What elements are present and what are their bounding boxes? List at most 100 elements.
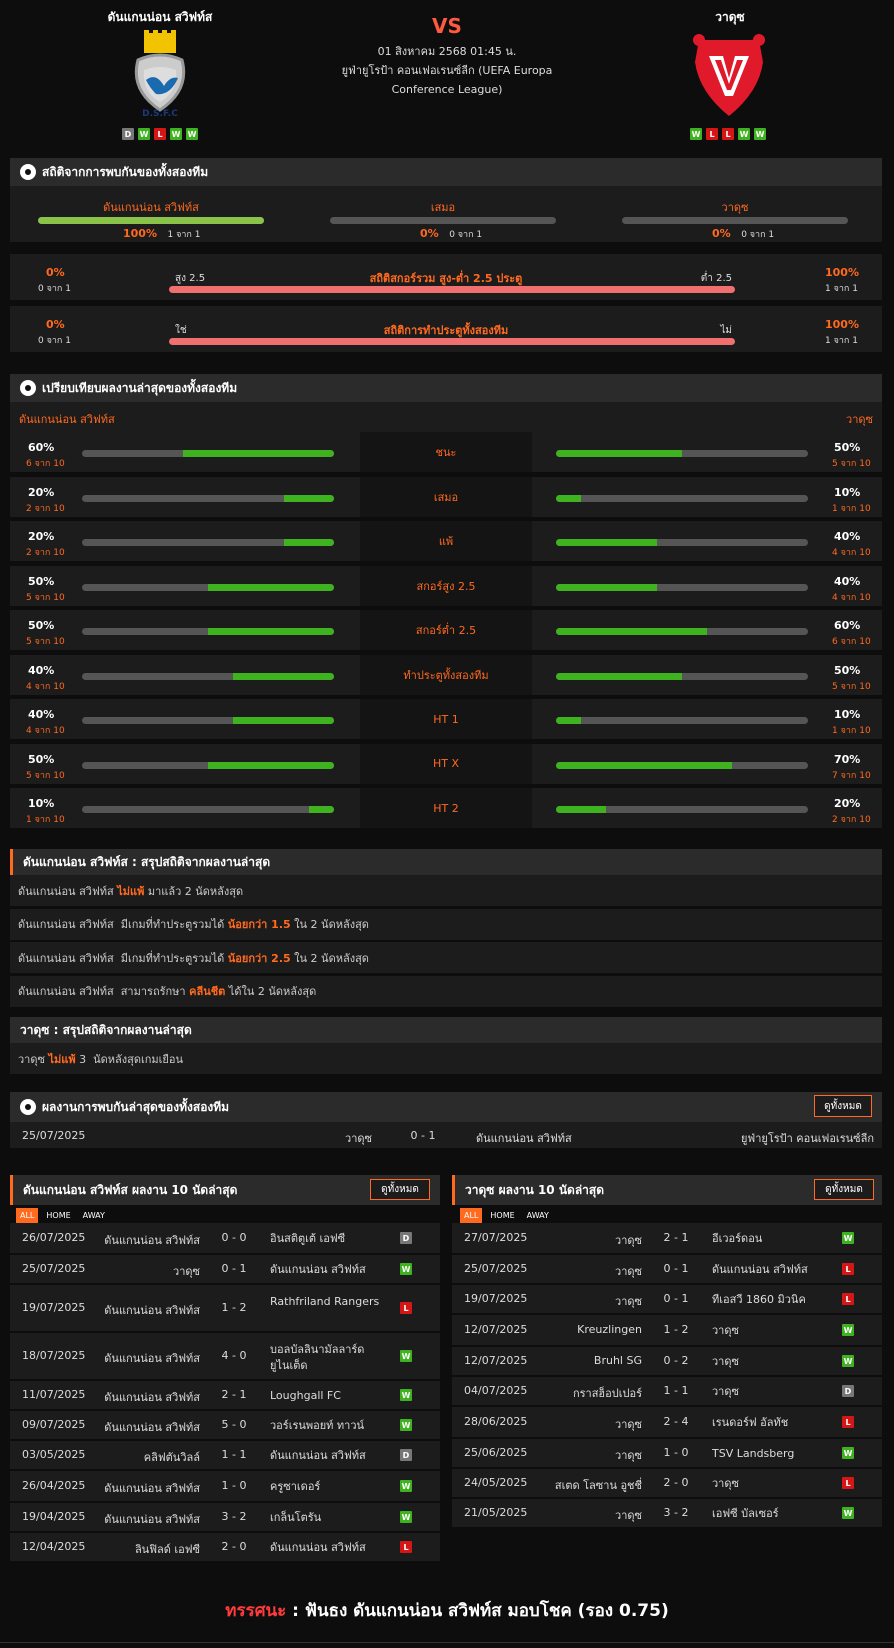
- tab-away[interactable]: AWAY: [79, 1208, 109, 1223]
- match-info: 01 สิงหาคม 2568 01:45 น. ยูฟ่ายูโรป้า คอ…: [330, 42, 564, 99]
- match-score: 0 - 0: [221, 1231, 247, 1244]
- match-row[interactable]: 12/04/2025 ลินฟิลด์ เอฟซี 2 - 0 ดันแกนน่อน …: [10, 1533, 440, 1561]
- away-team-name[interactable]: วาดุซ: [610, 8, 850, 27]
- tab-all[interactable]: ALL: [460, 1208, 483, 1223]
- home-last10-view-all-button[interactable]: ดูทั้งหมด: [370, 1179, 430, 1200]
- home-team-name[interactable]: ดันแกนน่อน สวิฟท์ส: [40, 8, 280, 27]
- competition-line2[interactable]: Conference League): [330, 80, 564, 99]
- tab-home[interactable]: HOME: [42, 1208, 74, 1223]
- tab-home[interactable]: HOME: [486, 1208, 518, 1223]
- svg-text:D.S.F.C: D.S.F.C: [142, 109, 178, 118]
- summary-text: ดันแกนน่อน สวิฟท์ส สามารถรักษา: [18, 985, 190, 998]
- compare-row: 60% 6 จาก 10 ชนะ 50% 5 จาก 10: [10, 432, 882, 474]
- away-bar: [556, 450, 808, 457]
- match-date: 18/07/2025: [22, 1349, 86, 1362]
- footer-divider: [0, 1642, 894, 1643]
- home-sub: 5 จาก 10: [26, 770, 65, 781]
- result-badge: L: [842, 1477, 854, 1489]
- compare-label: ทำประตูทั้งสองทีม: [360, 654, 532, 695]
- result-badge: W: [842, 1355, 854, 1367]
- match-header: ดันแกนน่อน สวิฟท์ส D.S.F.C DWLWW VS 01 ส…: [0, 0, 894, 150]
- match-row[interactable]: 19/07/2025 วาดุซ 0 - 1 ทีเอสวี 1860 มิวนิค L: [452, 1285, 882, 1313]
- match-row[interactable]: 27/07/2025 วาดุซ 2 - 1 อีเวอร์ดอน W: [452, 1223, 882, 1253]
- match-score: 4 - 0: [221, 1349, 247, 1362]
- match-away: เอฟซี บัลเซอร์: [712, 1507, 779, 1520]
- away-pct: 50%: [834, 663, 861, 677]
- match-row[interactable]: 11/07/2025 ดันแกนน่อน สวิฟท์ส 2 - 1 Loughga…: [10, 1381, 440, 1409]
- match-row[interactable]: 25/07/2025 วาดุซ 0 - 1 ดันแกนน่อน สวิฟท์ส L: [452, 1255, 882, 1283]
- match-row[interactable]: 03/05/2025 คลิฟตันวิลล์ 1 - 1 ดันแกนน่อน สว…: [10, 1441, 440, 1469]
- home-bar: [82, 761, 334, 769]
- compare-label: แพ้: [360, 521, 532, 561]
- tab-all[interactable]: ALL: [16, 1208, 39, 1223]
- h2h-result-away: ดันแกนน่อน สวิฟท์ส: [476, 1132, 572, 1145]
- summary-row: ดันแกนน่อน สวิฟท์ส มีเกมที่ทำประตูรวมได้…: [10, 908, 882, 940]
- match-row[interactable]: 21/05/2025 วาดุซ 3 - 2 เอฟซี บัลเซอร์ W: [452, 1499, 882, 1527]
- match-row[interactable]: 28/06/2025 วาดุซ 2 - 4 เรนดอร์ฟ อัลทัช L: [452, 1407, 882, 1437]
- result-badge: W: [400, 1263, 412, 1275]
- away-bar-fill: [556, 450, 682, 457]
- away-team-crest[interactable]: [693, 32, 765, 118]
- match-row[interactable]: 12/07/2025 Bruhl SG 0 - 2 วาดุซ W: [452, 1347, 882, 1375]
- match-row[interactable]: 12/07/2025 Kreuzlingen 1 - 2 วาดุซ W: [452, 1315, 882, 1345]
- match-away: อีเวอร์ดอน: [712, 1232, 763, 1245]
- match-row[interactable]: 25/06/2025 วาดุซ 1 - 0 TSV Landsberg W: [452, 1439, 882, 1467]
- away-bar-fill: [556, 628, 708, 635]
- summary-highlight: ไม่แพ้: [48, 1052, 76, 1066]
- tab-away[interactable]: AWAY: [523, 1208, 553, 1223]
- away-bar-fill: [556, 761, 733, 769]
- home-bar-fill: [283, 539, 334, 546]
- match-home: ดันแกนน่อน สวิฟท์ส: [104, 1482, 200, 1495]
- match-date: 04/07/2025: [464, 1384, 528, 1397]
- form-badge: W: [690, 128, 702, 140]
- match-score: 2 - 1: [663, 1231, 689, 1244]
- match-row[interactable]: 25/07/2025 วาดุซ 0 - 1 ดันแกนน่อน สวิฟท์ส W: [10, 1255, 440, 1283]
- match-date: 11/07/2025: [22, 1388, 86, 1401]
- away-last10-view-all-button[interactable]: ดูทั้งหมด: [814, 1179, 874, 1200]
- home-pct: 50%: [28, 574, 55, 588]
- match-row[interactable]: 24/05/2025 สเตด โลซาน อูชชี่ 2 - 0 วาดุซ L: [452, 1469, 882, 1497]
- match-row[interactable]: 04/07/2025 กราสฮ็อปเปอร์ 1 - 1 วาดุซ D: [452, 1377, 882, 1405]
- away-bar: [556, 717, 808, 724]
- result-badge: L: [842, 1293, 854, 1305]
- match-row[interactable]: 26/04/2025 ดันแกนน่อน สวิฟท์ส 1 - 0 ครูซาเด…: [10, 1471, 440, 1501]
- match-away: วาดุซ: [712, 1385, 739, 1398]
- match-row[interactable]: 26/07/2025 ดันแกนน่อน สวิฟท์ส 0 - 0 อินสติต…: [10, 1223, 440, 1253]
- h2h-view-all-button[interactable]: ดูทั้งหมด: [814, 1095, 872, 1117]
- match-away: Rathfriland Rangers: [270, 1295, 380, 1308]
- h2h-home-stat: 100% 1 จาก 1: [123, 227, 201, 240]
- compare-title: เปรียบเทียบผลงานล่าสุดของทั้งสองทีม: [42, 380, 238, 395]
- btts-right-pct: 100%: [825, 318, 859, 331]
- h2h-draw-label: เสมอ: [430, 201, 456, 214]
- match-row[interactable]: 19/04/2025 ดันแกนน่อน สวิฟท์ส 3 - 2 เกล็นโต…: [10, 1503, 440, 1531]
- compare-away-name: วาดุซ: [846, 413, 873, 426]
- home-bar-fill: [208, 583, 334, 591]
- match-date: 12/07/2025: [464, 1354, 528, 1367]
- h2h-result-row[interactable]: 25/07/2025 วาดุซ 0 - 1 ดันแกนน่อน สวิฟท์…: [10, 1122, 882, 1148]
- home-bar: [82, 717, 334, 724]
- match-away: ครูซาเดอร์: [270, 1480, 321, 1493]
- summary-tail: ใน 2 นัดหลังสุด: [290, 918, 369, 931]
- summary-text: ดันแกนน่อน สวิฟท์ส: [18, 884, 118, 898]
- match-row[interactable]: 18/07/2025 ดันแกนน่อน สวิฟท์ส 4 - 0 บอลบัลล…: [10, 1333, 440, 1379]
- home-bar: [82, 583, 334, 591]
- away-pct: 40%: [834, 530, 861, 543]
- summary-row: ดันแกนน่อน สวิฟท์ส สามารถรักษา คลีนชีต ไ…: [10, 975, 882, 1007]
- football-icon: [20, 380, 36, 396]
- match-date: 01 สิงหาคม 2568 01:45 น.: [377, 45, 517, 58]
- away-sub: 5 จาก 10: [832, 681, 871, 692]
- form-badge: W: [738, 128, 750, 140]
- match-row[interactable]: 09/07/2025 ดันแกนน่อน สวิฟท์ส 5 - 0 วอร์เรน…: [10, 1411, 440, 1439]
- match-row[interactable]: 19/07/2025 ดันแกนน่อน สวิฟท์ส 1 - 2 Rathfri…: [10, 1285, 440, 1331]
- away-sub: 4 จาก 10: [832, 592, 871, 603]
- h2h-results-title: ผลงานการพบกันล่าสุดของทั้งสองทีม: [42, 1099, 230, 1114]
- home-sub: 1 จาก 10: [26, 815, 65, 825]
- competition-line1[interactable]: ยูฟ่ายูโรป้า คอนเฟอเรนซ์ลีก (UEFA Europa: [330, 61, 564, 80]
- home-team-crest[interactable]: D.S.F.C: [130, 30, 190, 119]
- match-away: ดันแกนน่อน สวิฟท์ส: [270, 1449, 366, 1462]
- match-home: คลิฟตันวิลล์: [143, 1451, 200, 1464]
- summary-text: ดันแกนน่อน สวิฟท์ส มีเกมที่ทำประตูรวมได้: [18, 918, 228, 931]
- h2h-away-label: วาดุซ: [721, 201, 749, 214]
- match-date: 26/07/2025: [22, 1231, 86, 1244]
- summary-row: วาดุซ ไม่แพ้ 3 นัดหลังสุดเกมเยือน: [10, 1043, 882, 1074]
